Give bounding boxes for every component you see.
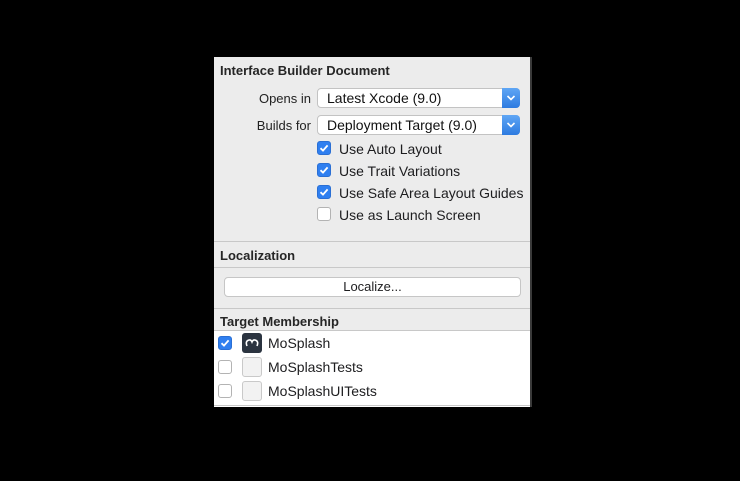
opens-in-popup[interactable]: Latest Xcode (9.0) [317, 88, 520, 108]
opens-in-value: Latest Xcode (9.0) [327, 90, 442, 106]
option-label: Use Trait Variations [339, 163, 461, 179]
section-divider [214, 267, 530, 268]
option-label: Use Safe Area Layout Guides [339, 185, 524, 201]
builds-for-label: Builds for [256, 118, 311, 133]
section-header-target-membership: Target Membership [220, 314, 339, 329]
option-label: Use Auto Layout [339, 141, 442, 157]
section-divider [214, 241, 530, 242]
checkbox-unchecked-icon[interactable] [317, 207, 331, 221]
checkbox-unchecked-icon[interactable] [218, 360, 232, 374]
section-divider [214, 405, 530, 406]
test-target-icon [242, 381, 262, 401]
section-divider [214, 330, 530, 331]
builds-for-popup[interactable]: Deployment Target (9.0) [317, 115, 520, 135]
target-label: MoSplash [268, 335, 331, 351]
localize-button[interactable]: Localize... [224, 277, 521, 297]
test-target-icon [242, 357, 262, 377]
section-header-ib-document: Interface Builder Document [220, 63, 390, 78]
builds-for-value: Deployment Target (9.0) [327, 117, 477, 133]
checkbox-checked-icon[interactable] [218, 336, 232, 350]
app-target-icon [242, 333, 262, 353]
checkbox-checked-icon[interactable] [317, 141, 331, 155]
popup-arrows-icon [502, 115, 520, 135]
checkbox-checked-icon[interactable] [317, 163, 331, 177]
checkbox-checked-icon[interactable] [317, 185, 331, 199]
section-header-localization: Localization [220, 248, 296, 263]
opens-in-label: Opens in [258, 91, 311, 106]
target-label: MoSplashUITests [268, 383, 377, 399]
target-label: MoSplashTests [268, 359, 363, 375]
checkbox-unchecked-icon[interactable] [218, 384, 232, 398]
option-label: Use as Launch Screen [339, 207, 481, 223]
target-list: MoSplash MoSplashTests MoSplashUITests [214, 330, 530, 407]
section-divider [214, 308, 530, 309]
inspector-panel: Interface Builder Document Opens in Late… [214, 57, 532, 407]
popup-arrows-icon [502, 88, 520, 108]
